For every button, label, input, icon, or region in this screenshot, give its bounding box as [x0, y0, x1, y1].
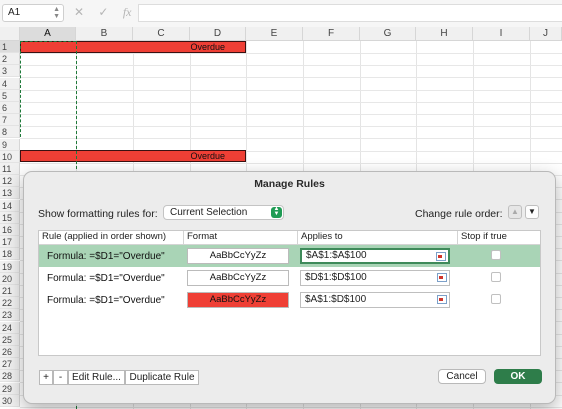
remove-rule-button[interactable]: - — [53, 370, 68, 385]
row-header-29[interactable]: 29 — [0, 382, 20, 395]
header-rule: Rule (applied in order shown) — [39, 231, 184, 244]
row-header-14[interactable]: 14 — [0, 199, 20, 212]
row-header-12[interactable]: 12 — [0, 175, 20, 188]
rule-formula: Formula: =$D1="Overdue" — [47, 251, 165, 262]
name-box-stepper-icon[interactable]: ▲ ▼ — [53, 6, 60, 20]
formula-bar: A1 ▲ ▼ ✕ ✓ fx — [0, 0, 562, 28]
show-rules-label: Show formatting rules for: — [38, 208, 158, 220]
format-preview: AaBbCcYyZz — [187, 248, 289, 264]
applies-to-field[interactable]: $A$1:$A$100 — [300, 248, 450, 264]
fx-icon[interactable]: fx — [123, 5, 132, 19]
row-header-10[interactable]: 10 — [0, 150, 20, 163]
column-header-b[interactable]: B — [76, 27, 133, 41]
column-header-h[interactable]: H — [416, 27, 473, 41]
applies-to-value: $A$1:$D$100 — [305, 294, 367, 305]
row-header-16[interactable]: 16 — [0, 224, 20, 236]
stop-if-true-checkbox[interactable] — [491, 272, 501, 282]
row-header-24[interactable]: 24 — [0, 321, 20, 334]
cancel-button[interactable]: Cancel — [438, 369, 486, 384]
edit-rule-button[interactable]: Edit Rule... — [68, 370, 125, 385]
ok-button[interactable]: OK — [494, 369, 542, 384]
row-header-26[interactable]: 26 — [0, 346, 20, 358]
header-stop-if-true: Stop if true — [461, 231, 507, 242]
stop-if-true-checkbox[interactable] — [491, 294, 501, 304]
row-header-20[interactable]: 20 — [0, 272, 20, 285]
rule-row[interactable]: Formula: =$D1="Overdue" AaBbCcYyZz $D$1:… — [39, 267, 540, 289]
duplicate-rule-button[interactable]: Duplicate Rule — [125, 370, 199, 385]
manage-rules-dialog: Manage Rules Show formatting rules for: … — [23, 171, 556, 404]
range-picker-icon[interactable] — [437, 273, 447, 282]
row-header-4[interactable]: 4 — [0, 77, 20, 90]
row-header-25[interactable]: 25 — [0, 333, 20, 346]
highlighted-row-1[interactable]: Overdue — [20, 41, 246, 53]
applies-to-value: $D$1:$D$100 — [305, 272, 367, 283]
row-header-7[interactable]: 7 — [0, 114, 20, 127]
row-header-2[interactable]: 2 — [0, 53, 20, 66]
column-header-e[interactable]: E — [246, 27, 303, 41]
column-header-j[interactable]: J — [530, 27, 562, 41]
show-rules-popup[interactable]: Current Selection ▲ ▼ — [163, 205, 284, 220]
row-header-11[interactable]: 11 — [0, 163, 20, 175]
row-header-17[interactable]: 17 — [0, 236, 20, 249]
applies-to-field[interactable]: $D$1:$D$100 — [300, 270, 450, 286]
row-header-6[interactable]: 6 — [0, 102, 20, 114]
rule-formula: Formula: =$D1="Overdue" — [47, 295, 165, 306]
format-preview: AaBbCcYyZz — [187, 270, 289, 286]
move-up-icon[interactable]: ▲ — [508, 205, 522, 219]
confirm-icon[interactable]: ✓ — [98, 5, 108, 19]
stop-if-true-checkbox[interactable] — [491, 250, 501, 260]
column-header-f[interactable]: F — [303, 27, 360, 41]
formula-input[interactable] — [138, 4, 562, 22]
format-preview: AaBbCcYyZz — [187, 292, 289, 308]
add-rule-button[interactable]: + — [39, 370, 53, 385]
row-header-28[interactable]: 28 — [0, 370, 20, 383]
applies-to-field[interactable]: $A$1:$D$100 — [300, 292, 450, 308]
row-header-13[interactable]: 13 — [0, 187, 20, 200]
highlighted-row-10[interactable]: Overdue — [20, 150, 246, 162]
rule-formula: Formula: =$D1="Overdue" — [47, 273, 165, 284]
rule-row[interactable]: Formula: =$D1="Overdue" AaBbCcYyZz $A$1:… — [39, 245, 540, 267]
dialog-title: Manage Rules — [254, 178, 325, 190]
show-rules-value: Current Selection — [170, 207, 248, 218]
row-header-19[interactable]: 19 — [0, 260, 20, 273]
row-header-5[interactable]: 5 — [0, 89, 20, 102]
column-header-c[interactable]: C — [133, 27, 190, 41]
popup-stepper-icon: ▲ ▼ — [271, 206, 282, 218]
row-header-30[interactable]: 30 — [0, 394, 20, 407]
cell-d10: Overdue — [190, 151, 225, 161]
rules-table-header: Rule (applied in order shown) Format App… — [39, 231, 540, 245]
change-order-label: Change rule order: — [415, 208, 503, 220]
rules-table: Rule (applied in order shown) Format App… — [38, 230, 541, 356]
row-header-22[interactable]: 22 — [0, 297, 20, 310]
column-header-g[interactable]: G — [360, 27, 416, 41]
select-all-corner[interactable] — [0, 27, 20, 41]
range-picker-icon[interactable] — [437, 295, 447, 304]
move-down-icon[interactable]: ▼ — [525, 205, 539, 219]
row-header-1[interactable]: 1 — [0, 41, 20, 53]
row-header-23[interactable]: 23 — [0, 309, 20, 322]
selection-marquee-left — [20, 41, 21, 137]
row-header-21[interactable]: 21 — [0, 285, 20, 297]
header-format: Format — [184, 231, 298, 244]
row-header-9[interactable]: 9 — [0, 138, 20, 151]
name-box[interactable]: A1 ▲ ▼ — [2, 4, 64, 22]
name-box-value: A1 — [8, 7, 21, 18]
range-picker-icon[interactable] — [436, 252, 446, 261]
applies-to-value: $A$1:$A$100 — [306, 250, 367, 261]
column-header-a[interactable]: A — [20, 27, 76, 41]
row-header-27[interactable]: 27 — [0, 358, 20, 371]
selection-marquee-top — [20, 41, 76, 42]
row-header-15[interactable]: 15 — [0, 211, 20, 224]
row-header-18[interactable]: 18 — [0, 248, 20, 261]
row-header-8[interactable]: 8 — [0, 126, 20, 139]
column-header-d[interactable]: D — [190, 27, 246, 41]
cancel-icon[interactable]: ✕ — [74, 5, 84, 19]
row-header-3[interactable]: 3 — [0, 65, 20, 78]
column-header-i[interactable]: I — [473, 27, 530, 41]
cell-d1: Overdue — [190, 42, 225, 52]
header-applies-to: Applies to — [298, 231, 458, 244]
rule-row[interactable]: Formula: =$D1="Overdue" AaBbCcYyZz $A$1:… — [39, 289, 540, 311]
